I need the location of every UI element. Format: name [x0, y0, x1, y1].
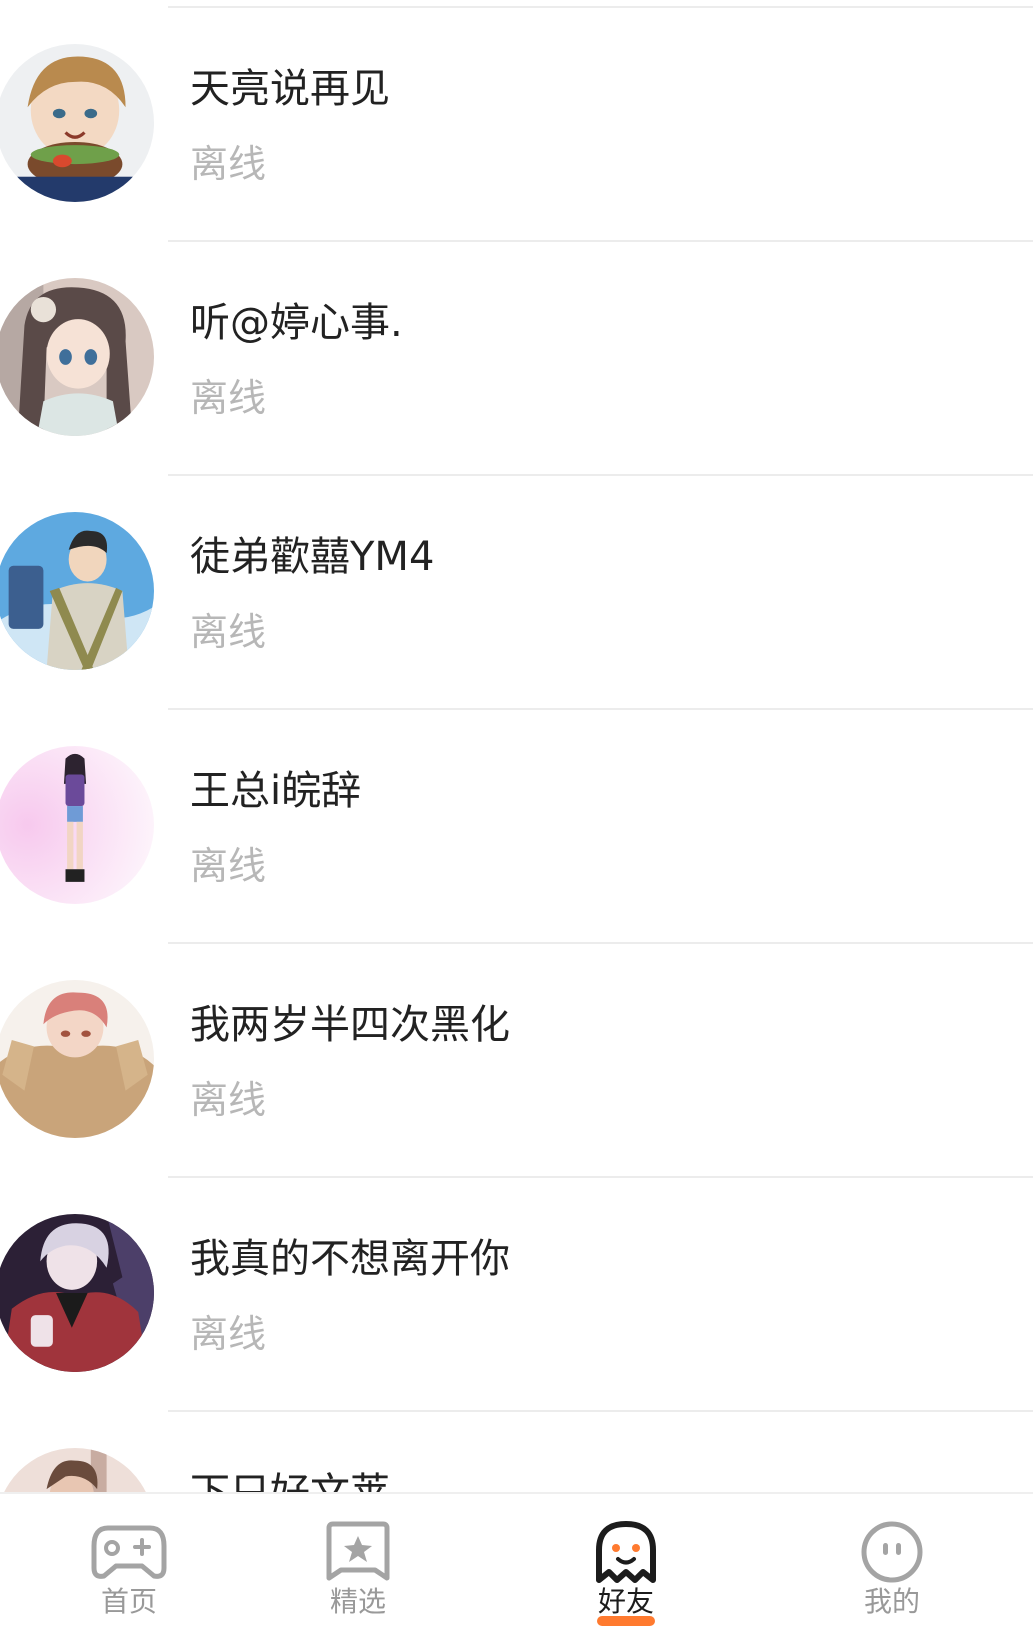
friend-status: 离线 — [190, 1312, 267, 1356]
active-tab-indicator — [597, 1616, 655, 1626]
friend-row[interactable]: 我真的不想离开你 离线 — [0, 1178, 1033, 1412]
avatar-image — [0, 278, 154, 436]
tab-label: 首页 — [100, 1585, 157, 1618]
friend-row[interactable]: 我两岁半四次黑化 离线 — [0, 944, 1033, 1178]
gamepad-icon — [91, 1525, 167, 1579]
friend-name: 下只好文莱 — [190, 1468, 390, 1492]
friend-status: 离线 — [190, 844, 267, 888]
friend-name: 天亮说再见 — [190, 66, 390, 112]
avatar-image — [0, 44, 154, 202]
tab-label: 精选 — [329, 1585, 386, 1618]
friend-status: 离线 — [190, 376, 267, 420]
friend-status: 离线 — [190, 610, 267, 654]
friend-row[interactable]: 下只好文莱 离线 — [0, 1412, 1033, 1492]
avatar-image — [0, 746, 154, 904]
star-bookmark-icon — [326, 1521, 390, 1581]
tab-friends[interactable]: 好友 — [497, 1494, 755, 1630]
friend-status: 离线 — [190, 142, 267, 186]
friend-row[interactable]: 听@婷心事. 离线 — [0, 242, 1033, 476]
avatar-image — [0, 980, 154, 1138]
friend-name: 听@婷心事. — [190, 300, 403, 346]
friend-row[interactable]: 天亮说再见 离线 — [0, 8, 1033, 242]
friend-avatar[interactable] — [0, 1214, 154, 1372]
friend-name: 王总i皖辞 — [190, 768, 362, 814]
smiley-face-icon — [861, 1521, 923, 1583]
tab-profile[interactable]: 我的 — [763, 1494, 1021, 1630]
friend-avatar[interactable] — [0, 44, 154, 202]
friend-name: 徒弟歡囍YM4 — [190, 534, 435, 580]
tab-home[interactable]: 首页 — [0, 1494, 258, 1630]
friend-avatar[interactable] — [0, 278, 154, 436]
ghost-icon — [596, 1521, 656, 1583]
avatar-image — [0, 1448, 154, 1492]
friend-name: 我真的不想离开你 — [190, 1236, 510, 1282]
friend-name: 我两岁半四次黑化 — [190, 1002, 510, 1048]
bottom-tab-bar: 首页 精选 好友 我的 — [0, 1492, 1033, 1628]
avatar-image — [0, 512, 154, 670]
friend-list[interactable]: 天亮说再见 离线 听@婷心事. 离线 徒弟歡囍YM4 离线 王总i皖辞 离线 我… — [0, 8, 1033, 1492]
friend-row[interactable]: 徒弟歡囍YM4 离线 — [0, 476, 1033, 710]
friend-avatar[interactable] — [0, 1448, 154, 1492]
friend-status: 离线 — [190, 1078, 267, 1122]
friend-avatar[interactable] — [0, 980, 154, 1138]
avatar-image — [0, 1214, 154, 1372]
tab-label: 我的 — [863, 1585, 920, 1618]
friend-avatar[interactable] — [0, 746, 154, 904]
friend-avatar[interactable] — [0, 512, 154, 670]
friend-row[interactable]: 王总i皖辞 离线 — [0, 710, 1033, 944]
tab-featured[interactable]: 精选 — [229, 1494, 487, 1630]
